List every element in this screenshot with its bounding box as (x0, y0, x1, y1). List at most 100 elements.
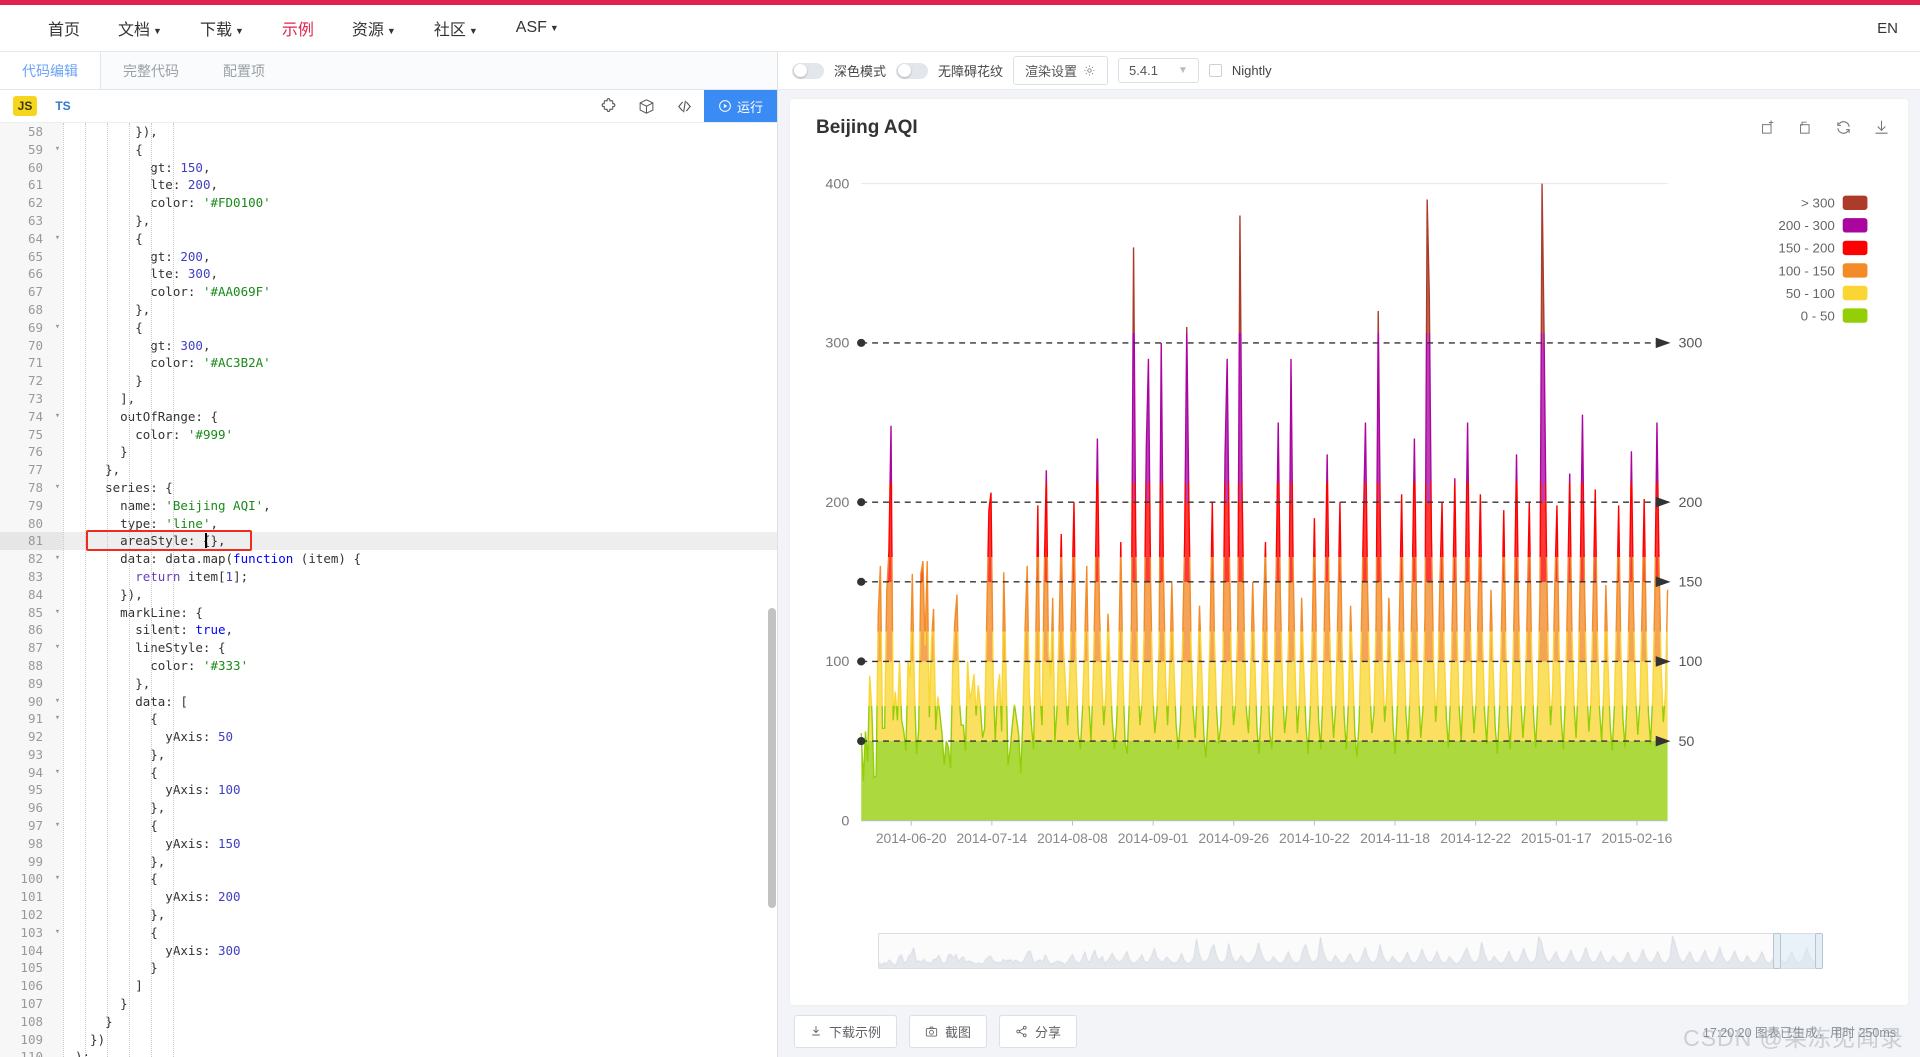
puzzle-icon[interactable] (590, 90, 628, 122)
share-icon (1016, 1025, 1027, 1037)
svg-text:150 - 200: 150 - 200 (1778, 241, 1834, 256)
code-text: color: '#AA069F' (75, 284, 271, 300)
fold-toggle-icon (52, 852, 63, 871)
datazoom-selected-range[interactable] (1776, 934, 1819, 968)
fold-toggle-icon[interactable]: ▾ (52, 229, 63, 248)
editor-tab-2[interactable]: 配置项 (201, 52, 287, 89)
datazoom-preview (879, 934, 1819, 968)
code-line: 97 ▾ { (0, 817, 777, 835)
render-options-bar: 深色模式 无障碍花纹 渲染设置 5.4.1 ▼ Nightly (778, 52, 1920, 90)
datazoom-slider[interactable] (878, 933, 1823, 969)
code-line: 67 color: '#AA069F' (0, 283, 777, 301)
undo-icon[interactable] (1797, 119, 1814, 136)
chart-toolbox (1759, 119, 1890, 136)
version-select[interactable]: 5.4.1 ▼ (1118, 58, 1199, 83)
cube-icon[interactable] (628, 90, 666, 122)
fold-toggle-icon (52, 745, 63, 764)
line-number: 69 (0, 318, 52, 337)
code-text: return item[1]; (135, 568, 249, 584)
datazoom-handle-right[interactable] (1815, 933, 1823, 969)
nav-item-6[interactable]: ASF ▼ (516, 19, 559, 37)
share-button[interactable]: 分享 (999, 1014, 1078, 1048)
fold-toggle-icon[interactable]: ▾ (52, 318, 63, 337)
nav-item-label: ASF (515, 19, 547, 36)
line-number: 73 (0, 389, 52, 408)
line-number: 105 (0, 959, 52, 978)
line-number: 99 (0, 852, 52, 871)
code-text: color: '#333' (75, 657, 249, 673)
nav-item-label: 资源 (351, 22, 384, 39)
fold-toggle-icon (52, 834, 63, 853)
accessible-pattern-toggle[interactable] (896, 62, 929, 79)
code-line: 76 } (0, 443, 777, 462)
line-number: 75 (0, 425, 52, 444)
run-button[interactable]: 运行 (703, 90, 777, 122)
fold-toggle-icon[interactable]: ▾ (52, 407, 63, 426)
code-text: }, (75, 462, 121, 478)
svg-text:100: 100 (1678, 653, 1702, 669)
nav-item-5[interactable]: 社区 ▼ (434, 16, 478, 40)
fold-toggle-icon[interactable]: ▾ (52, 763, 63, 782)
fold-toggle-icon[interactable]: ▾ (52, 603, 63, 622)
code-text: } (75, 996, 128, 1012)
fold-toggle-icon[interactable]: ▾ (52, 710, 63, 729)
line-number: 71 (0, 354, 52, 373)
refresh-icon[interactable] (1835, 119, 1852, 136)
svg-text:0: 0 (841, 813, 849, 829)
chart-plot-area[interactable]: 50 100 150 200 300 0 100 200 300 400 2014-06-20 201… (790, 151, 1908, 909)
datazoom-handle-left[interactable] (1772, 933, 1781, 969)
dark-mode-toggle[interactable] (792, 62, 824, 79)
fold-toggle-icon[interactable]: ▾ (52, 140, 63, 159)
fold-toggle-icon[interactable]: ▾ (52, 639, 63, 657)
line-number: 95 (0, 781, 52, 800)
code-text: { (75, 818, 158, 834)
code-vertical-scrollbar[interactable] (768, 608, 776, 908)
code-line: 99 }, (0, 852, 777, 871)
nav-item-3[interactable]: 示例 (282, 16, 314, 40)
chevron-down-icon: ▼ (234, 26, 244, 36)
nav-item-1[interactable]: 文档 ▼ (118, 16, 162, 40)
editor-tab-0[interactable]: 代码编辑 (0, 52, 101, 89)
fold-toggle-icon[interactable]: ▾ (52, 923, 63, 942)
line-number: 88 (0, 656, 52, 675)
code-brackets-icon[interactable] (666, 90, 704, 122)
language-switch[interactable]: EN (1877, 20, 1898, 37)
download-example-button[interactable]: 下载示例 (794, 1014, 898, 1048)
share-label: 分享 (1035, 1024, 1062, 1040)
svg-text:300: 300 (825, 335, 849, 351)
line-number: 68 (0, 300, 52, 319)
line-number: 58 (0, 123, 52, 141)
line-number: 63 (0, 211, 52, 230)
lang-tab-js[interactable]: JS (13, 96, 37, 116)
nav-item-label: 文档 (118, 22, 151, 39)
code-area[interactable]: 58 }), 59 ▾ {60 gt: 150, 61 lte: 200, 62 col… (0, 123, 777, 1057)
code-text: lte: 300, (75, 266, 218, 282)
code-text: outOfRange: { (75, 408, 218, 424)
chevron-down-icon: ▼ (468, 26, 478, 36)
editor-tab-1[interactable]: 完整代码 (101, 52, 201, 89)
code-text: type: 'line', (75, 515, 218, 531)
fold-toggle-icon[interactable]: ▾ (52, 478, 63, 497)
code-text: }, (75, 212, 151, 228)
fold-toggle-icon (52, 567, 63, 586)
line-number: 109 (0, 1030, 52, 1049)
nav-item-0[interactable]: 首页 (48, 16, 80, 40)
code-text: yAxis: 300 (75, 942, 241, 958)
download-icon[interactable] (1873, 119, 1890, 136)
fold-toggle-icon[interactable]: ▾ (52, 870, 63, 889)
line-number: 82 (0, 550, 52, 568)
restore-icon[interactable] (1759, 119, 1776, 136)
gear-icon (1084, 65, 1095, 76)
nav-item-2[interactable]: 下载 ▼ (200, 16, 244, 40)
nav-item-4[interactable]: 资源 ▼ (352, 16, 396, 40)
nightly-checkbox[interactable] (1208, 64, 1222, 77)
code-text: }, (75, 800, 166, 816)
code-text: yAxis: 200 (75, 889, 241, 905)
fold-toggle-icon[interactable]: ▾ (52, 550, 63, 568)
code-line: 88 color: '#333' (0, 656, 777, 675)
render-settings-button[interactable]: 渲染设置 (1013, 56, 1109, 85)
fold-toggle-icon[interactable]: ▾ (52, 692, 63, 711)
fold-toggle-icon[interactable]: ▾ (52, 817, 63, 835)
screenshot-button[interactable]: 截图 (909, 1014, 988, 1048)
lang-tab-ts[interactable]: TS (51, 96, 75, 116)
